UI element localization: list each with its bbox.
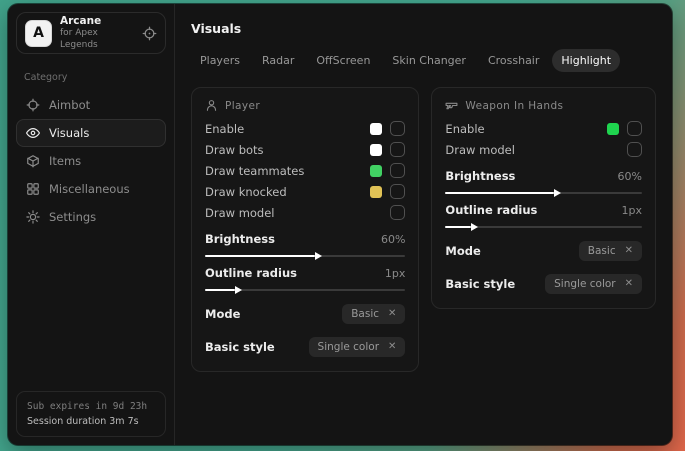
cube-icon bbox=[26, 154, 40, 168]
subscription-info-card: Sub expires in 9d 23h Session duration 3… bbox=[16, 391, 166, 437]
color-swatch[interactable] bbox=[370, 186, 382, 198]
session-duration-text: Session duration 3m 7s bbox=[27, 414, 155, 429]
sidebar: A Arcane for Apex Legends Category bbox=[8, 4, 175, 445]
mode-select[interactable]: Basic ✕ bbox=[579, 241, 642, 261]
crosshair-icon bbox=[26, 98, 40, 112]
outline-radius-slider[interactable] bbox=[205, 289, 405, 291]
weapon-in-hands-panel: Weapon In Hands Enable Draw model bbox=[431, 87, 656, 309]
basic-style-select-row: Basic style Single color ✕ bbox=[205, 337, 405, 357]
main-content: Visuals Players Radar OffScreen Skin Cha… bbox=[175, 4, 672, 445]
app-header-card: A Arcane for Apex Legends bbox=[16, 12, 166, 54]
brightness-slider-group: Brightness 60% bbox=[205, 232, 405, 257]
outline-radius-slider[interactable] bbox=[445, 226, 642, 228]
toggle-row-draw-model: Draw model bbox=[445, 139, 642, 160]
brightness-slider[interactable] bbox=[205, 255, 405, 257]
outline-radius-value: 1px bbox=[385, 267, 406, 280]
draw-knocked-checkbox[interactable] bbox=[390, 184, 405, 199]
mode-select-row: Mode Basic ✕ bbox=[205, 304, 405, 324]
grid-icon bbox=[26, 182, 40, 196]
panels-row: Player Enable Draw bots bbox=[191, 87, 656, 372]
target-icon[interactable] bbox=[142, 26, 157, 41]
panel-title: Weapon In Hands bbox=[465, 100, 563, 112]
sidebar-item-label: Settings bbox=[49, 210, 96, 224]
sidebar-item-miscellaneous[interactable]: Miscellaneous bbox=[16, 175, 166, 203]
slider-fill[interactable] bbox=[205, 289, 235, 291]
gun-icon bbox=[445, 99, 458, 112]
sidebar-item-label: Visuals bbox=[49, 126, 89, 140]
sidebar-item-visuals[interactable]: Visuals bbox=[16, 119, 166, 147]
panel-title: Player bbox=[225, 100, 260, 112]
mode-select[interactable]: Basic ✕ bbox=[342, 304, 405, 324]
toggle-row-draw-model: Draw model bbox=[205, 202, 405, 223]
tab-players[interactable]: Players bbox=[191, 49, 249, 72]
color-swatch[interactable] bbox=[607, 123, 619, 135]
enable-checkbox[interactable] bbox=[627, 121, 642, 136]
brightness-value: 60% bbox=[618, 170, 642, 183]
app-logo: A bbox=[25, 20, 52, 47]
sidebar-nav: Aimbot Visuals Items bbox=[8, 91, 174, 231]
eye-icon bbox=[26, 126, 40, 140]
color-swatch[interactable] bbox=[370, 123, 382, 135]
close-icon[interactable]: ✕ bbox=[388, 342, 396, 352]
mode-select-row: Mode Basic ✕ bbox=[445, 241, 642, 261]
brightness-slider[interactable] bbox=[445, 192, 642, 194]
app-window: A Arcane for Apex Legends Category bbox=[8, 4, 672, 445]
person-icon bbox=[205, 99, 218, 112]
tab-skin-changer[interactable]: Skin Changer bbox=[383, 49, 475, 72]
app-subtitle: for Apex Legends bbox=[60, 28, 134, 51]
toggle-row-enable: Enable bbox=[205, 118, 405, 139]
outline-radius-value: 1px bbox=[622, 204, 643, 217]
tab-offscreen[interactable]: OffScreen bbox=[307, 49, 379, 72]
category-label: Category bbox=[24, 72, 158, 83]
close-icon[interactable]: ✕ bbox=[625, 279, 633, 289]
brightness-slider-group: Brightness 60% bbox=[445, 169, 642, 194]
slider-fill[interactable] bbox=[445, 226, 471, 228]
sidebar-item-label: Aimbot bbox=[49, 98, 90, 112]
player-panel: Player Enable Draw bots bbox=[191, 87, 419, 372]
enable-checkbox[interactable] bbox=[390, 121, 405, 136]
sidebar-item-aimbot[interactable]: Aimbot bbox=[16, 91, 166, 119]
tab-highlight[interactable]: Highlight bbox=[552, 49, 620, 72]
brightness-value: 60% bbox=[381, 233, 405, 246]
sidebar-item-items[interactable]: Items bbox=[16, 147, 166, 175]
close-icon[interactable]: ✕ bbox=[388, 309, 396, 319]
sidebar-item-label: Miscellaneous bbox=[49, 182, 130, 196]
color-swatch[interactable] bbox=[370, 144, 382, 156]
toggle-row-draw-teammates: Draw teammates bbox=[205, 160, 405, 181]
slider-fill[interactable] bbox=[445, 192, 553, 194]
outline-radius-slider-group: Outline radius 1px bbox=[205, 266, 405, 291]
sub-expires-text: Sub expires in 9d 23h bbox=[27, 399, 155, 414]
gear-icon bbox=[26, 210, 40, 224]
toggle-row-enable: Enable bbox=[445, 118, 642, 139]
color-swatch[interactable] bbox=[370, 165, 382, 177]
app-name: Arcane bbox=[60, 15, 134, 28]
basic-style-select[interactable]: Single color ✕ bbox=[309, 337, 406, 357]
tab-crosshair[interactable]: Crosshair bbox=[479, 49, 548, 72]
outline-radius-slider-group: Outline radius 1px bbox=[445, 203, 642, 228]
sidebar-item-label: Items bbox=[49, 154, 81, 168]
draw-teammates-checkbox[interactable] bbox=[390, 163, 405, 178]
close-icon[interactable]: ✕ bbox=[625, 246, 633, 256]
app-logo-letter: A bbox=[33, 25, 44, 41]
sidebar-item-settings[interactable]: Settings bbox=[16, 203, 166, 231]
draw-model-checkbox[interactable] bbox=[390, 205, 405, 220]
slider-fill[interactable] bbox=[205, 255, 315, 257]
tab-bar: Players Radar OffScreen Skin Changer Cro… bbox=[191, 49, 656, 72]
toggle-row-draw-knocked: Draw knocked bbox=[205, 181, 405, 202]
draw-bots-checkbox[interactable] bbox=[390, 142, 405, 157]
tab-radar[interactable]: Radar bbox=[253, 49, 303, 72]
basic-style-select-row: Basic style Single color ✕ bbox=[445, 274, 642, 294]
basic-style-select[interactable]: Single color ✕ bbox=[545, 274, 642, 294]
draw-model-checkbox[interactable] bbox=[627, 142, 642, 157]
page-title: Visuals bbox=[191, 21, 656, 36]
toggle-row-draw-bots: Draw bots bbox=[205, 139, 405, 160]
